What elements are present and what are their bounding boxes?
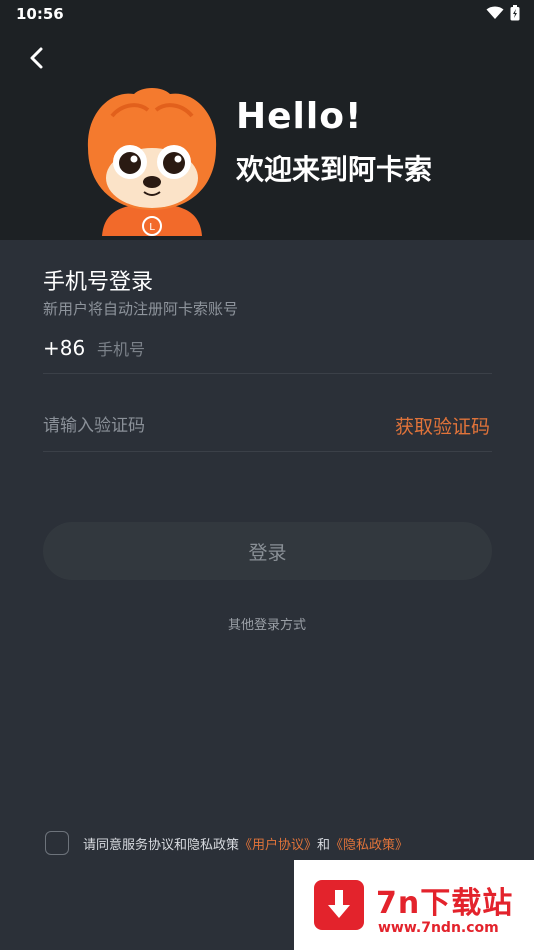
agreement-text: 请同意服务协议和隐私政策 [83,837,240,853]
get-code-button[interactable]: 获取验证码 [395,412,490,439]
watermark-title: 7n下载站 [376,886,514,921]
status-bar: 10:56 [0,0,534,28]
chevron-left-icon [30,47,43,69]
watermark-url: www.7ndn.com [378,920,499,936]
greeting-title: Hello! [236,96,363,137]
other-login-link[interactable]: 其他登录方式 [0,614,534,633]
agreement-row: 请同意服务协议和隐私政策 《用户协议》 和 《隐私政策》 [45,830,408,856]
agreement-connector: 和 [317,837,331,853]
country-code[interactable]: +86 [43,336,85,360]
agreement-checkbox[interactable] [45,831,69,855]
login-button[interactable]: 登录 [43,522,492,580]
user-agreement-link[interactable]: 《用户协议》 [239,834,317,853]
phone-field-row: +86 [43,330,492,374]
welcome-title: 欢迎来到阿卡索 [236,153,433,186]
status-icons [486,5,520,21]
svg-text:L: L [149,222,155,233]
privacy-policy-link[interactable]: 《隐私政策》 [330,834,408,853]
code-field-row: 获取验证码 [43,408,492,452]
watermark-logo: 7n下载站 www.7ndn.com [294,860,534,950]
fox-mascot-icon: L [87,88,217,236]
login-title: 手机号登录 [43,270,154,295]
header-banner: 10:56 L Hello! 欢迎来到阿卡索 [0,0,534,240]
download-icon [314,880,364,930]
login-subtitle: 新用户将自动注册阿卡索账号 [43,300,239,318]
status-time: 10:56 [16,5,64,23]
verification-code-input[interactable] [43,411,343,441]
back-button[interactable] [22,42,54,74]
battery-icon [510,5,520,21]
wifi-icon [486,6,504,19]
phone-input[interactable] [97,334,477,364]
